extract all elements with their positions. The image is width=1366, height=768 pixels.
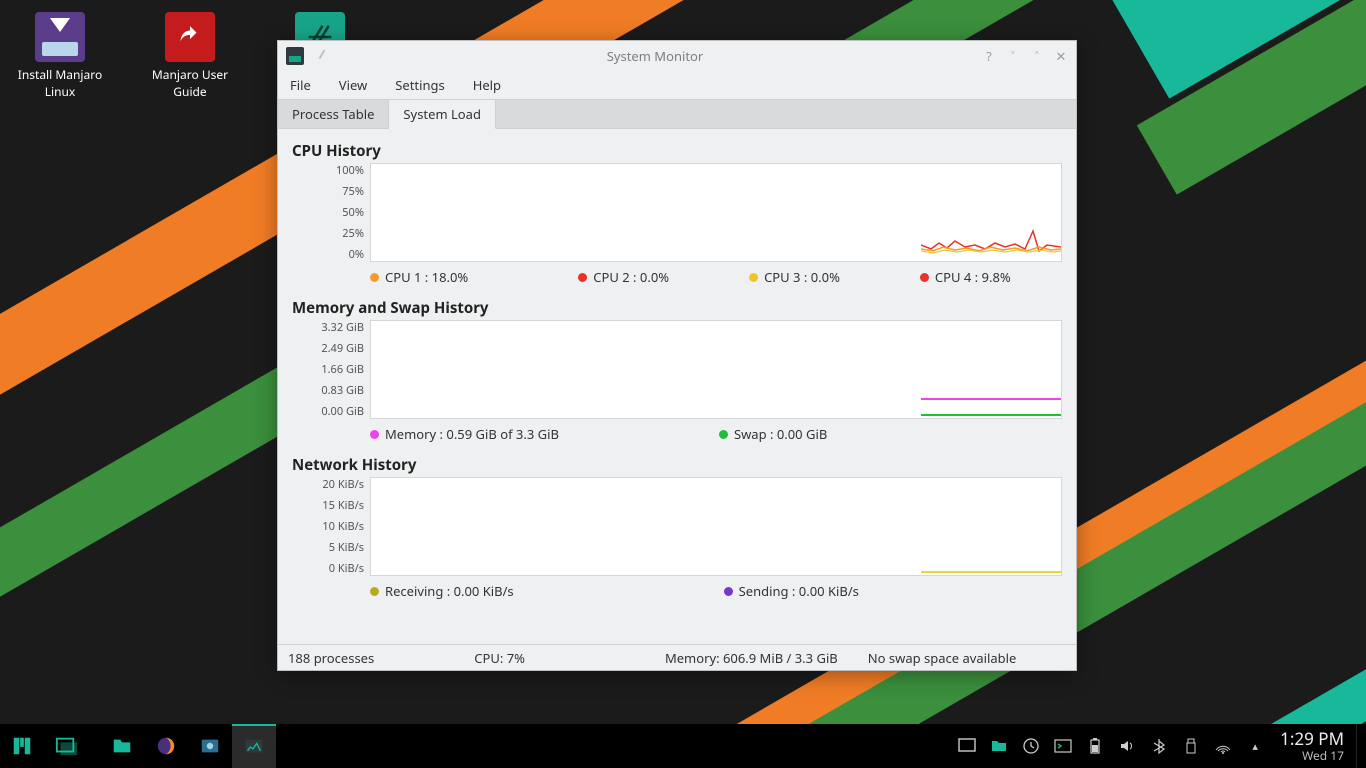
network-history-title: Network History: [292, 455, 1062, 475]
virtual-desktops-button[interactable]: [44, 724, 88, 768]
memory-axis: 3.32 GiB2.49 GiB1.66 GiB0.83 GiB0.00 GiB: [292, 320, 370, 419]
tray-folder-icon[interactable]: [990, 737, 1008, 755]
tray-updates-icon[interactable]: [1022, 737, 1040, 755]
window-title: System Monitor: [328, 47, 982, 65]
menu-file[interactable]: File: [290, 76, 311, 94]
tray-usb-icon[interactable]: [1182, 737, 1200, 755]
menubar: File View Settings Help: [278, 71, 1076, 99]
status-swap: No swap space available: [868, 649, 1017, 667]
system-tray: ▴: [958, 737, 1270, 755]
installer-icon: [35, 12, 85, 62]
tray-volume-icon[interactable]: [1118, 737, 1136, 755]
menu-help[interactable]: Help: [473, 76, 501, 94]
menu-view[interactable]: View: [339, 76, 367, 94]
memory-chart: [370, 320, 1062, 419]
legend-dot-icon: [370, 587, 379, 596]
taskbar-file-manager[interactable]: [100, 724, 144, 768]
legend-dot-icon: [370, 430, 379, 439]
tray-desktop-icon[interactable]: [958, 737, 976, 755]
tab-bar: Process Table System Load: [278, 99, 1076, 129]
status-cpu: CPU: 7%: [474, 649, 525, 667]
taskbar-firefox[interactable]: [144, 724, 188, 768]
legend-dot-icon: [724, 587, 733, 596]
tray-battery-icon[interactable]: [1086, 737, 1104, 755]
pdf-icon: [165, 12, 215, 62]
taskbar-system-monitor[interactable]: [232, 724, 276, 768]
legend-dot-icon: [370, 273, 379, 282]
menu-settings[interactable]: Settings: [395, 76, 444, 94]
clock-date: Wed 17: [1280, 749, 1344, 762]
tray-expand-icon[interactable]: ▴: [1246, 737, 1264, 755]
tab-system-load[interactable]: System Load: [389, 100, 496, 129]
cpu-chart: [370, 163, 1062, 262]
cpu-axis: 100%75%50%25%0%: [292, 163, 370, 262]
app-launcher[interactable]: [0, 724, 44, 768]
desktop-icon-guide[interactable]: Manjaro User Guide: [140, 12, 240, 100]
cpu-legend: CPU 1 : 18.0% CPU 2 : 0.0% CPU 3 : 0.0% …: [370, 268, 1062, 286]
network-axis: 20 KiB/s15 KiB/s10 KiB/s5 KiB/s0 KiB/s: [292, 477, 370, 576]
system-monitor-window: System Monitor ? ˅ ˄ ✕ File View Setting…: [277, 40, 1077, 671]
status-processes: 188 processes: [288, 649, 374, 667]
taskbar: ▴ 1:29 PM Wed 17: [0, 724, 1366, 768]
minimize-button[interactable]: ˅: [1006, 47, 1020, 65]
desktop-icon-label: Manjaro User Guide: [140, 66, 240, 100]
cpu-chart-traces: [921, 201, 1061, 261]
clock-time: 1:29 PM: [1280, 730, 1344, 749]
desktop-icon-install[interactable]: Install Manjaro Linux: [10, 12, 110, 100]
memory-legend: Memory : 0.59 GiB of 3.3 GiB Swap : 0.00…: [370, 425, 1062, 443]
status-memory: Memory: 606.9 MiB / 3.3 GiB: [665, 649, 838, 667]
network-legend: Receiving : 0.00 KiB/s Sending : 0.00 Ki…: [370, 582, 1062, 600]
titlebar[interactable]: System Monitor ? ˅ ˄ ✕: [278, 41, 1076, 71]
legend-dot-icon: [920, 273, 929, 282]
show-desktop-button[interactable]: [1356, 724, 1366, 768]
legend-dot-icon: [578, 273, 587, 282]
app-icon: [286, 47, 304, 65]
tray-network-icon[interactable]: [1214, 737, 1232, 755]
legend-dot-icon: [749, 273, 758, 282]
panel-clock[interactable]: 1:29 PM Wed 17: [1270, 730, 1356, 762]
close-button[interactable]: ✕: [1054, 47, 1068, 65]
status-bar: 188 processes CPU: 7% Memory: 606.9 MiB …: [278, 644, 1076, 670]
network-chart: [370, 477, 1062, 576]
help-button[interactable]: ?: [982, 47, 996, 65]
tab-process-table[interactable]: Process Table: [278, 100, 389, 128]
legend-dot-icon: [719, 430, 728, 439]
tray-terminal-icon[interactable]: [1054, 737, 1072, 755]
cpu-history-title: CPU History: [292, 141, 1062, 161]
tray-bluetooth-icon[interactable]: [1150, 737, 1168, 755]
maximize-button[interactable]: ˄: [1030, 47, 1044, 65]
memory-history-title: Memory and Swap History: [292, 298, 1062, 318]
desktop-icon-label: Install Manjaro Linux: [10, 66, 110, 100]
taskbar-screenshot[interactable]: [188, 724, 232, 768]
